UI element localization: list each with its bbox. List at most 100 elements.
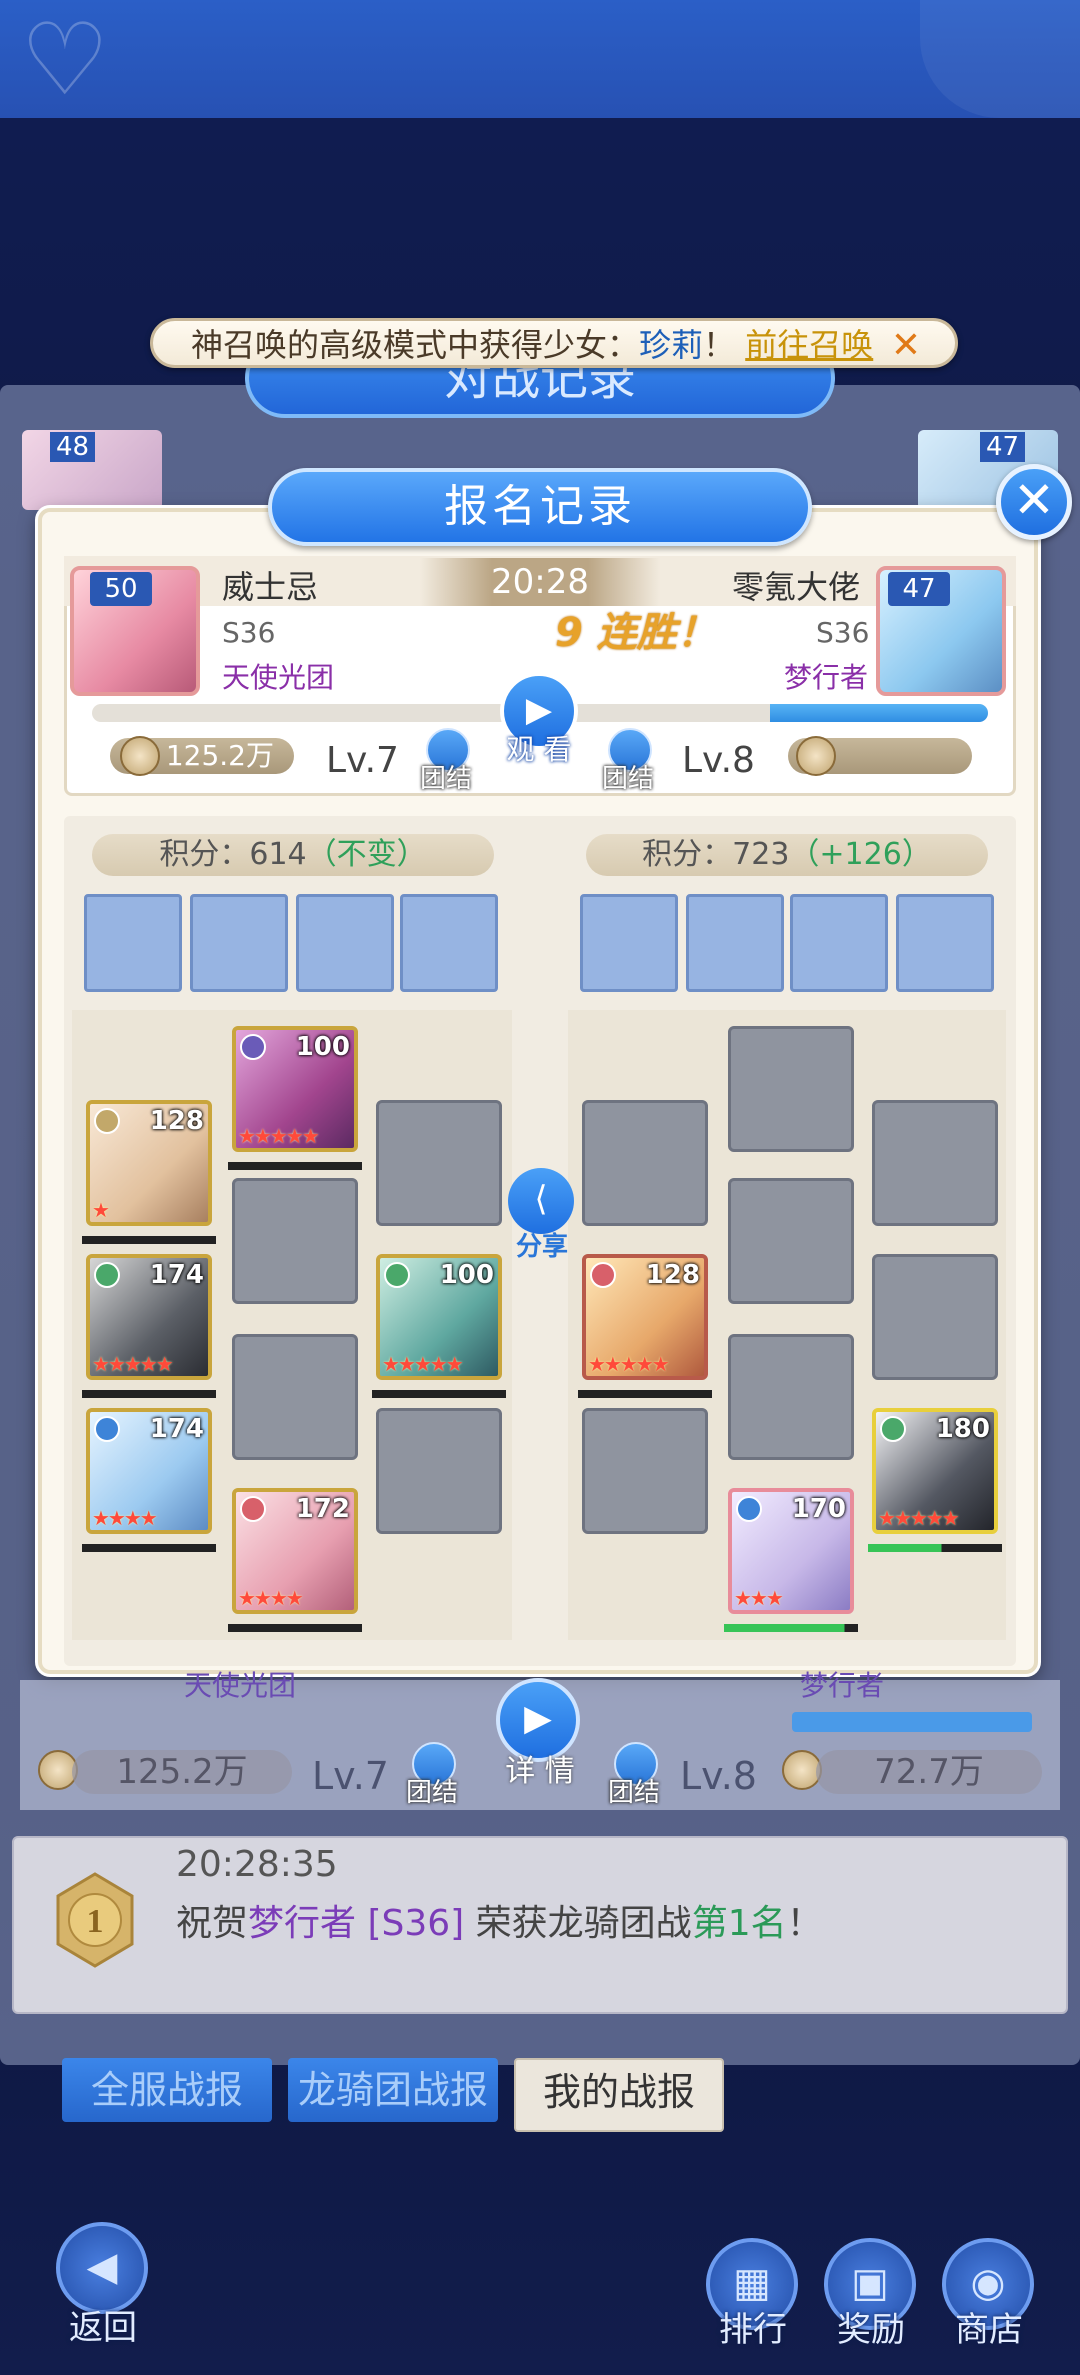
- right-hero-2-hp: [868, 1544, 1002, 1552]
- back-arrow-icon: ◀: [86, 2244, 118, 2290]
- left-emblem-icon: [120, 736, 160, 776]
- right-hero-3-hp: [724, 1624, 858, 1632]
- dialog-title: 报名记录: [268, 468, 812, 546]
- share-icon: ⟨: [534, 1179, 548, 1219]
- left-hero-4-hp: [372, 1390, 506, 1398]
- right-slot-4: [896, 894, 994, 992]
- detail-label: 详 情: [505, 1754, 575, 1789]
- left-player-server: S36: [222, 616, 276, 649]
- bg-right-guild: 梦行者: [800, 1669, 885, 1702]
- left-hero-2[interactable]: 128 ★: [86, 1100, 212, 1226]
- left-hero-1[interactable]: 100 ★★★★★: [232, 1026, 358, 1152]
- svg-text:1: 1: [87, 1903, 104, 1940]
- left-hero-3[interactable]: 174 ★★★★★: [86, 1254, 212, 1380]
- right-empty-cell: [872, 1100, 998, 1226]
- element-icon: [240, 1034, 266, 1060]
- element-icon: [94, 1262, 120, 1288]
- left-slot-2: [190, 894, 288, 992]
- watch-label: 观 看: [506, 733, 572, 766]
- right-empty-cell: [872, 1254, 998, 1380]
- left-hero-6[interactable]: 172 ★★★★: [232, 1488, 358, 1614]
- left-hero-1-hp: [228, 1162, 362, 1170]
- go-summon-link[interactable]: 前往召唤: [745, 326, 873, 364]
- right-player-name: 零氪大佬: [732, 568, 861, 606]
- element-icon: [736, 1496, 762, 1522]
- left-player-level: 50: [90, 572, 152, 606]
- news-text: 祝贺梦行者 [S36] 荣获龙骑团战第1名！: [176, 1903, 823, 1944]
- bg-right-lv: Lv.8: [680, 1754, 757, 1798]
- element-icon: [880, 1416, 906, 1442]
- right-emblem-icon: [796, 736, 836, 776]
- match-time: 20:28: [420, 558, 660, 606]
- bg-right-power: 72.7万: [816, 1750, 1042, 1794]
- shop-icon: ◉: [970, 2260, 1006, 2306]
- left-slot-3: [296, 894, 394, 992]
- right-unity-label: 团结: [602, 764, 655, 794]
- video-camera-icon: ▶: [525, 690, 553, 730]
- element-icon: [94, 1416, 120, 1442]
- left-empty-cell: [376, 1408, 502, 1534]
- match-progress-fill: [770, 704, 988, 722]
- left-unity-label: 团结: [420, 764, 473, 794]
- left-hero-5-hp: [82, 1544, 216, 1552]
- rank-label: 排行: [719, 2310, 787, 2350]
- notification-bar[interactable]: 神召唤的高级模式中获得少女：珍莉！ 前往召唤 ✕: [150, 318, 958, 368]
- left-hero-3-hp: [82, 1390, 216, 1398]
- right-slot-3: [790, 894, 888, 992]
- right-hero-3[interactable]: 170 ★★★: [728, 1488, 854, 1614]
- right-hero-1[interactable]: 128 ★★★★★: [582, 1254, 708, 1380]
- right-hero-1-hp: [578, 1390, 712, 1398]
- bg-right-unity: 团结: [608, 1778, 661, 1808]
- bg-row-left-level: 48: [50, 432, 96, 462]
- bg-left-power: 125.2万: [72, 1750, 292, 1794]
- left-hero-2-hp: [82, 1236, 216, 1244]
- rank-card-icon: ▦: [733, 2260, 771, 2306]
- right-score: 积分：723（+126）: [586, 834, 988, 876]
- left-empty-cell: [232, 1334, 358, 1460]
- left-player-guild: 天使光团: [222, 661, 335, 694]
- element-icon: [94, 1108, 120, 1134]
- left-hero-4[interactable]: 100 ★★★★★: [376, 1254, 502, 1380]
- tab-my-report[interactable]: 我的战报: [514, 2058, 724, 2132]
- right-empty-cell: [582, 1408, 708, 1534]
- right-slot-1: [580, 894, 678, 992]
- bg-progress: [792, 1712, 1032, 1732]
- right-player-guild: 梦行者: [784, 661, 869, 694]
- back-label: 返回: [69, 2308, 137, 2348]
- element-icon: [240, 1496, 266, 1522]
- right-guild-lv: Lv.8: [682, 740, 755, 781]
- left-hero-5[interactable]: 174 ★★★★: [86, 1408, 212, 1534]
- bg-left-guild: 天使光团: [184, 1669, 297, 1702]
- tab-server-report[interactable]: 全服战报: [62, 2058, 272, 2122]
- close-button[interactable]: ✕: [996, 464, 1072, 540]
- tab-dragon-report[interactable]: 龙骑团战报: [288, 2058, 498, 2122]
- right-empty-cell: [728, 1178, 854, 1304]
- left-guild-lv: Lv.7: [326, 740, 399, 781]
- right-empty-cell: [582, 1100, 708, 1226]
- bg-left-unity: 团结: [406, 1778, 459, 1808]
- gift-icon: ▣: [851, 2260, 889, 2306]
- left-empty-cell: [232, 1178, 358, 1304]
- video-camera-icon: ▶: [524, 1698, 552, 1739]
- left-score: 积分：614（不变）: [92, 834, 494, 876]
- notice-close-icon[interactable]: ✕: [891, 325, 921, 366]
- heart-deco-icon: ♡: [20, 1, 110, 118]
- left-hero-6-hp: [228, 1624, 362, 1632]
- news-time: 20:28:35: [176, 1844, 338, 1885]
- left-slot-4: [400, 894, 498, 992]
- notice-text: 神召唤的高级模式中获得少女：珍莉！ 前往召唤: [191, 326, 874, 364]
- share-button[interactable]: ⟨: [508, 1168, 574, 1234]
- right-hero-2[interactable]: 180 ★★★★★: [872, 1408, 998, 1534]
- bg-left-lv: Lv.7: [312, 1754, 389, 1798]
- bg-row-right-level: 47: [980, 432, 1026, 462]
- element-icon: [384, 1262, 410, 1288]
- left-empty-cell: [376, 1100, 502, 1226]
- right-player-server: S36: [816, 616, 870, 649]
- right-slot-2: [686, 894, 784, 992]
- left-player-name: 威士忌: [222, 568, 319, 606]
- shop-label: 商店: [955, 2310, 1023, 2350]
- top-header: [0, 0, 1080, 118]
- medal-icon: 1: [56, 1872, 134, 1968]
- left-slot-1: [84, 894, 182, 992]
- right-empty-cell: [728, 1026, 854, 1152]
